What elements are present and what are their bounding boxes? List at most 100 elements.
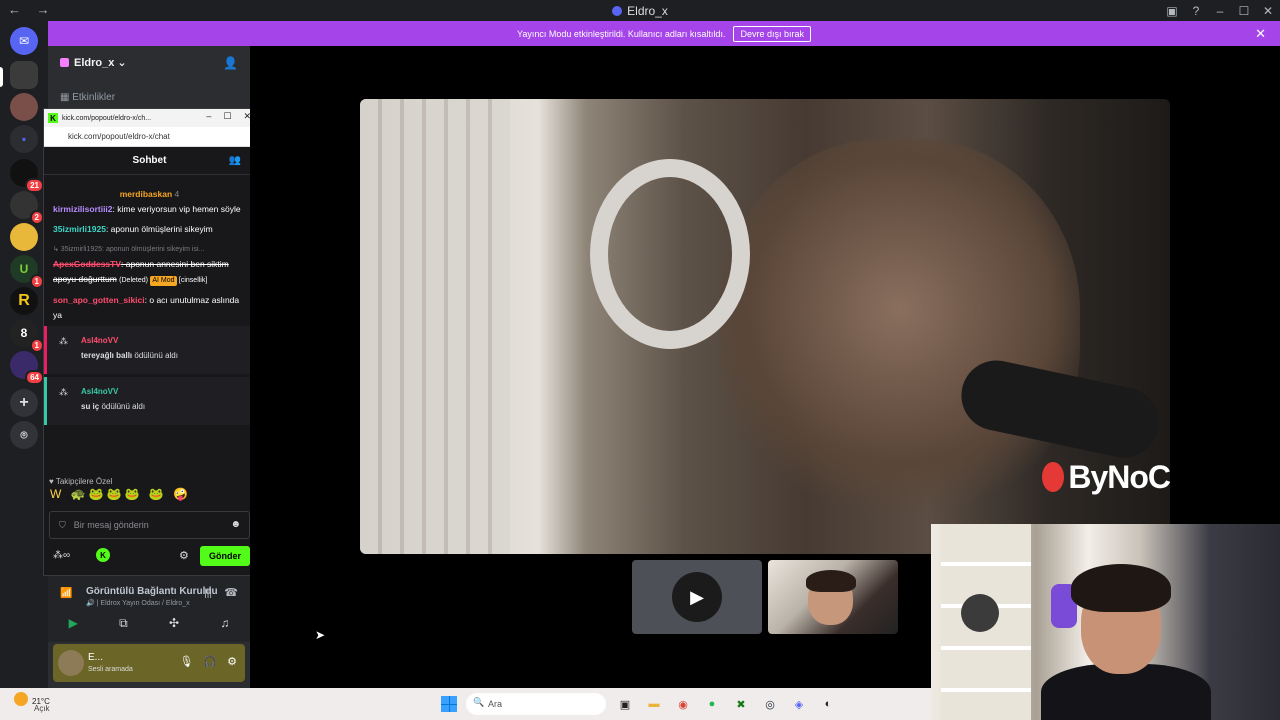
camera-icon[interactable]: ▶ <box>69 616 78 631</box>
chat-input[interactable]: ⛉ Bir mesaj gönderin ☻ <box>49 511 250 539</box>
emoji-icon[interactable]: ☻ <box>230 519 241 530</box>
activities-icon[interactable]: ✣ <box>169 616 179 631</box>
reward-event: ⁂ Asl4noVV su iç ödülünü aldı <box>44 377 255 425</box>
popout-window-controls: – ☐ ✕ <box>206 111 251 122</box>
user-panel: E... Sesli aramada 🎙 🎧 ⚙ <box>53 644 245 682</box>
participant-tile-user[interactable] <box>768 560 898 634</box>
event-action: tereyağlı ballı <box>81 351 133 360</box>
add-server-icon[interactable]: + <box>10 389 38 417</box>
user-name[interactable]: E... <box>88 652 103 663</box>
event-username[interactable]: Asl4noVV <box>81 384 245 399</box>
discord-logo-icon <box>612 6 623 16</box>
server-llama-icon[interactable]: 21 <box>10 159 44 193</box>
server-purple-icon[interactable]: 64 <box>10 351 44 385</box>
banner-text: Yayıncı Modu etkinleştirildi. Kullanıcı … <box>517 28 726 39</box>
chat-username[interactable]: ApexGoddessTV <box>53 259 121 269</box>
avatar[interactable] <box>58 650 84 676</box>
event-suffix: ödülünü aldı <box>134 351 178 360</box>
main-video-feed[interactable]: ByNoC <box>360 99 1170 554</box>
add-user-icon[interactable]: 👤 <box>223 56 238 70</box>
maximize-button[interactable]: ☐ <box>1232 0 1256 21</box>
gear-icon[interactable]: ⚙ <box>179 549 189 562</box>
minimize-button[interactable]: – <box>1208 0 1232 21</box>
popout-titlebar: K kick.com/popout/eldro-x/ch... – ☐ ✕ <box>44 109 255 127</box>
server-us-icon[interactable]: U1 <box>10 255 44 289</box>
search-box[interactable]: 🔍 Ara <box>466 693 606 715</box>
chat-username[interactable]: son_apo_gotten_sikici <box>53 295 145 305</box>
screen-share-icon[interactable]: ⧉ <box>119 616 128 631</box>
soundboard-icon[interactable]: ♫ <box>220 616 229 631</box>
voice-status[interactable]: Görüntülü Bağlantı Kuruldu <box>86 586 218 597</box>
task-view-icon[interactable]: ▣ <box>616 695 634 713</box>
chat-message: son_apo_gotten_sikici: o acı unutulmaz a… <box>44 293 255 323</box>
inbox-icon[interactable]: ▣ <box>1160 0 1184 21</box>
start-icon[interactable] <box>440 695 458 713</box>
server-cartoon-icon[interactable] <box>10 223 38 251</box>
chat-username[interactable]: 35izmirli1925 <box>53 224 106 234</box>
send-button[interactable]: Gönder <box>199 546 250 566</box>
obs-icon[interactable]: ◐ <box>819 695 837 713</box>
weather-widget[interactable]: 21°C Açık <box>14 692 50 713</box>
microphone-icon[interactable]: 🎙 <box>179 655 193 668</box>
chrome-icon[interactable]: ◉ <box>674 695 692 713</box>
server-bird-icon[interactable]: 2 <box>10 191 44 225</box>
events-label: Etkinlikler <box>72 92 116 103</box>
mouse-cursor-icon: ➤ <box>315 628 326 642</box>
window-blinds <box>360 99 510 554</box>
event-suffix: ödülünü aldı <box>101 402 146 411</box>
window-title-text: Eldro_x <box>627 4 668 18</box>
chat-message: 35izmirli1925: aponun ölmüşlerini sikeyi… <box>44 222 255 237</box>
weather-condition: Açık <box>34 704 50 713</box>
events-item[interactable]: ▦ Etkinlikler <box>60 92 115 103</box>
kick-chat-popout: K kick.com/popout/eldro-x/ch... – ☐ ✕ kick… <box>43 108 256 576</box>
pinned-username[interactable]: merdibaskan <box>120 189 172 199</box>
kick-emote-icon[interactable]: K <box>96 548 110 562</box>
deleted-label: (Deleted) <box>119 277 148 284</box>
discord-icon[interactable]: ◈ <box>790 695 808 713</box>
popout-title: kick.com/popout/eldro-x/ch... <box>62 114 152 122</box>
server-eldro-icon[interactable] <box>10 61 38 89</box>
xbox-icon[interactable]: ✖ <box>732 695 750 713</box>
noise-suppression-icon[interactable]: ||| <box>204 588 212 599</box>
streamer-face <box>720 139 1080 519</box>
event-action: su iç <box>81 402 100 411</box>
server-name[interactable]: Eldro_x ⌄ <box>60 56 127 69</box>
users-icon[interactable]: 👥 <box>229 155 241 166</box>
minimize-button[interactable]: – <box>206 111 211 122</box>
url-bar[interactable]: kick.com/popout/eldro-x/chat <box>44 127 255 147</box>
voice-channel[interactable]: 🔊 | Eldrox Yayın Odası / Eldro_x <box>86 599 190 607</box>
explore-icon[interactable]: ⌾ <box>10 421 38 449</box>
folder-icon[interactable]: ▪ <box>10 125 38 153</box>
spotify-icon[interactable]: ● <box>703 695 721 713</box>
taskbar: 21°C Açık 🔍 Ara ▣ ▬ ◉ ● ✖ ◎ ◈ ◐ <box>0 688 931 720</box>
file-explorer-icon[interactable]: ▬ <box>645 695 663 713</box>
direct-messages-icon[interactable]: ✉ <box>10 27 38 55</box>
server-avatar-icon[interactable] <box>10 93 38 121</box>
help-icon[interactable]: ? <box>1184 0 1208 21</box>
chat-title: Sohbet <box>132 155 167 166</box>
disable-streamer-mode-button[interactable]: Devre dışı bırak <box>733 25 811 42</box>
participant-tile-camera-off[interactable]: ▶ <box>632 560 762 634</box>
server-r-icon[interactable]: R <box>10 287 38 315</box>
chevron-down-icon: ⌄ <box>117 57 127 69</box>
disconnect-icon[interactable]: ☎ <box>224 586 238 599</box>
points-icon[interactable]: ⁂∞ <box>53 550 70 561</box>
pinned-apps: ▣ ▬ ◉ ● ✖ ◎ ◈ ◐ <box>616 695 837 713</box>
headset <box>590 159 750 349</box>
voice-connection-panel: 📶 Görüntülü Bağlantı Kuruldu 🔊 | Eldrox … <box>48 576 250 642</box>
event-username[interactable]: Asl4noVV <box>81 333 245 348</box>
server-8-icon[interactable]: 81 <box>10 319 44 353</box>
user-controls: 🎙 🎧 ⚙ <box>179 655 237 668</box>
participant-hair <box>806 570 856 592</box>
emote-bar[interactable]: W 🐢🐸🐸🐸 🐸 🤪 <box>50 487 191 501</box>
close-button[interactable]: ✕ <box>1256 0 1280 21</box>
search-placeholder: Ara <box>488 699 503 709</box>
gear-icon[interactable]: ⚙ <box>227 655 237 668</box>
chat-message: ApexGoddessTV: aponun annesini ben sikti… <box>44 257 255 288</box>
chat-username[interactable]: kirmizilisortiii2 <box>53 204 113 214</box>
banner-close-icon[interactable]: ✕ <box>1255 26 1266 42</box>
maximize-button[interactable]: ☐ <box>223 111 231 122</box>
headphones-icon[interactable]: 🎧 <box>203 655 217 668</box>
steam-icon[interactable]: ◎ <box>761 695 779 713</box>
server-r-letter: R <box>18 292 30 309</box>
